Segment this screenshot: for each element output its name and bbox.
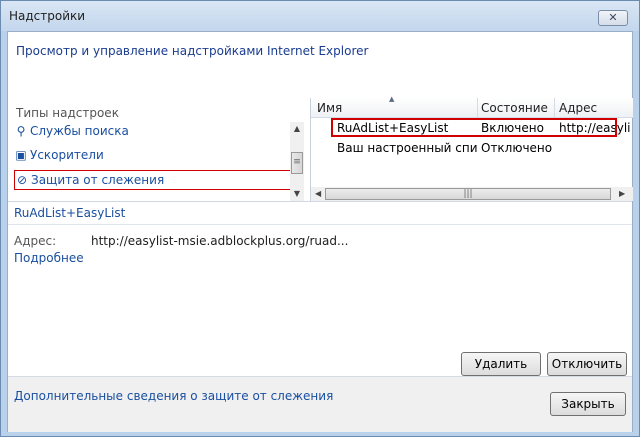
details-panel: RuAdList+EasyList Адрес: http://easylist… bbox=[8, 201, 632, 381]
addon-types-scrollbar[interactable]: ▲ ≡ ▼ bbox=[290, 122, 304, 201]
footer: Дополнительные сведения о защите от слеж… bbox=[8, 376, 632, 432]
column-divider[interactable] bbox=[477, 98, 478, 118]
addon-type-search-providers[interactable]: ⚲ Службы поиска bbox=[14, 122, 294, 142]
close-button[interactable]: Закрыть bbox=[550, 392, 626, 416]
title-bar: Надстройки ✕ bbox=[1, 1, 639, 31]
addon-type-label: Ускорители bbox=[30, 148, 104, 162]
scroll-up-icon[interactable]: ▲ bbox=[290, 122, 304, 136]
header-description: Просмотр и управление надстройками Inter… bbox=[16, 44, 369, 58]
sort-arrow-icon: ▲ bbox=[389, 95, 395, 103]
scroll-thumb[interactable]: ≡ bbox=[291, 152, 303, 174]
scroll-left-icon[interactable]: ◀ bbox=[315, 187, 321, 201]
grid-header: ▲ Имя Состояние Адрес bbox=[311, 95, 633, 118]
addon-row[interactable]: Ваш настроенный спис... Отключено bbox=[311, 138, 633, 158]
address-label: Адрес: bbox=[14, 234, 57, 248]
search-icon: ⚲ bbox=[16, 124, 26, 138]
close-window-button[interactable]: ✕ bbox=[598, 10, 628, 26]
column-divider[interactable] bbox=[554, 98, 555, 118]
addon-type-accelerators[interactable]: ▣ Ускорители bbox=[14, 146, 294, 166]
selected-row-highlight bbox=[331, 118, 617, 137]
scroll-right-icon[interactable]: ▶ bbox=[619, 187, 625, 201]
addons-window: Надстройки ✕ Просмотр и управление надст… bbox=[0, 0, 640, 437]
scroll-down-icon[interactable]: ▼ bbox=[290, 187, 304, 201]
addon-type-label: Службы поиска bbox=[30, 124, 129, 138]
accelerator-icon: ▣ bbox=[15, 148, 27, 162]
addon-status: Отключено bbox=[481, 141, 553, 155]
addon-list-grid: ▲ Имя Состояние Адрес RuAdList+EasyList … bbox=[310, 95, 633, 201]
addon-name: Ваш настроенный спис... bbox=[337, 141, 477, 155]
tracking-protection-info-link[interactable]: Дополнительные сведения о защите от слеж… bbox=[14, 389, 333, 403]
column-header-status[interactable]: Состояние bbox=[481, 101, 548, 115]
divider bbox=[8, 224, 632, 225]
column-header-address[interactable]: Адрес bbox=[559, 101, 597, 115]
addon-type-tracking-protection[interactable]: ⊘ Защита от слежения bbox=[14, 170, 294, 190]
details-title: RuAdList+EasyList bbox=[14, 206, 126, 220]
delete-button[interactable]: Удалить bbox=[461, 352, 541, 376]
addon-type-label: Защита от слежения bbox=[31, 173, 165, 187]
addon-types-panel: Типы надстроек ⚲ Службы поиска ▣ Ускорител… bbox=[8, 98, 308, 201]
window-title: Надстройки bbox=[9, 9, 86, 23]
tracking-protection-icon: ⊘ bbox=[16, 173, 28, 187]
address-value: http://easylist-msie.adblockplus.org/rua… bbox=[91, 234, 349, 248]
content-area: Просмотр и управление надстройками Inter… bbox=[7, 31, 633, 432]
more-info-link[interactable]: Подробнее bbox=[14, 251, 84, 265]
addon-types-label: Типы надстроек bbox=[16, 106, 119, 120]
column-header-name[interactable]: Имя bbox=[317, 101, 342, 115]
disable-button[interactable]: Отключить bbox=[547, 352, 627, 376]
grid-horizontal-scrollbar[interactable]: ◀ ||| ▶ bbox=[311, 187, 633, 201]
scroll-thumb[interactable]: ||| bbox=[325, 188, 611, 200]
